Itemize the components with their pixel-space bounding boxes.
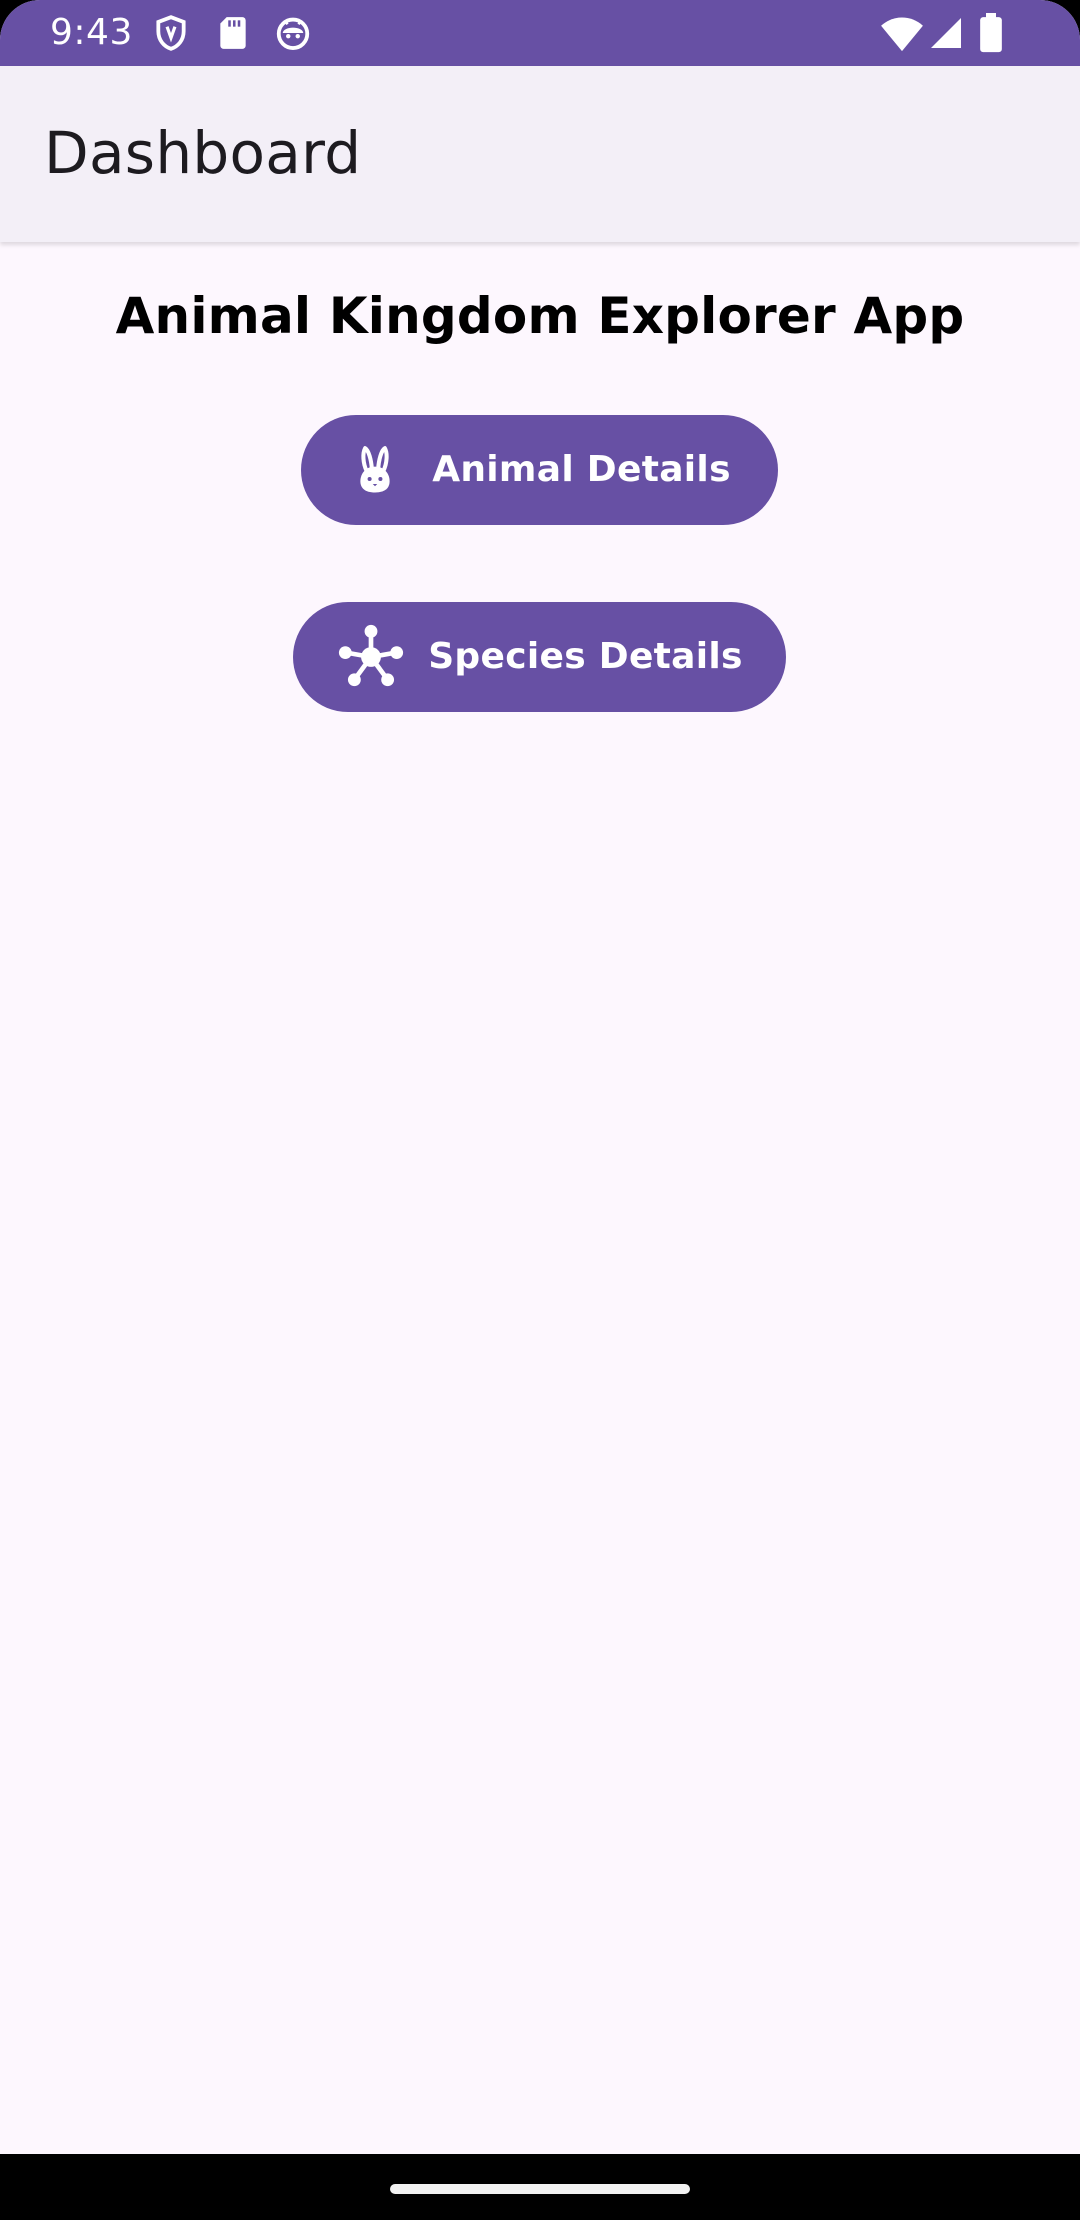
page-heading: Animal Kingdom Explorer App (115, 287, 965, 345)
robot-face-icon (274, 14, 312, 52)
status-time: 9:43 (50, 12, 133, 53)
species-details-button[interactable]: Species Details (293, 602, 786, 712)
home-indicator[interactable] (390, 2184, 690, 2194)
screen: 9:43 Dashboard Animal Kingdom Explorer A… (0, 0, 1080, 2220)
species-details-label: Species Details (428, 636, 743, 677)
top-app-bar: Dashboard (0, 66, 1080, 242)
animal-details-button[interactable]: Animal Details (301, 415, 778, 525)
sd-card-icon (214, 14, 252, 52)
shield-icon (152, 14, 190, 52)
status-bar: 9:43 (0, 0, 1080, 66)
animal-details-label: Animal Details (432, 449, 731, 490)
network-icon (336, 622, 406, 692)
navigation-bar (0, 2154, 1080, 2220)
dashboard-content: Animal Kingdom Explorer App Animal Detai… (0, 242, 1080, 2154)
rabbit-icon (348, 443, 402, 497)
battery-icon (978, 13, 1004, 53)
app-bar-title: Dashboard (44, 119, 362, 187)
wifi-icon (880, 13, 924, 53)
cell-signal-icon (928, 15, 964, 51)
